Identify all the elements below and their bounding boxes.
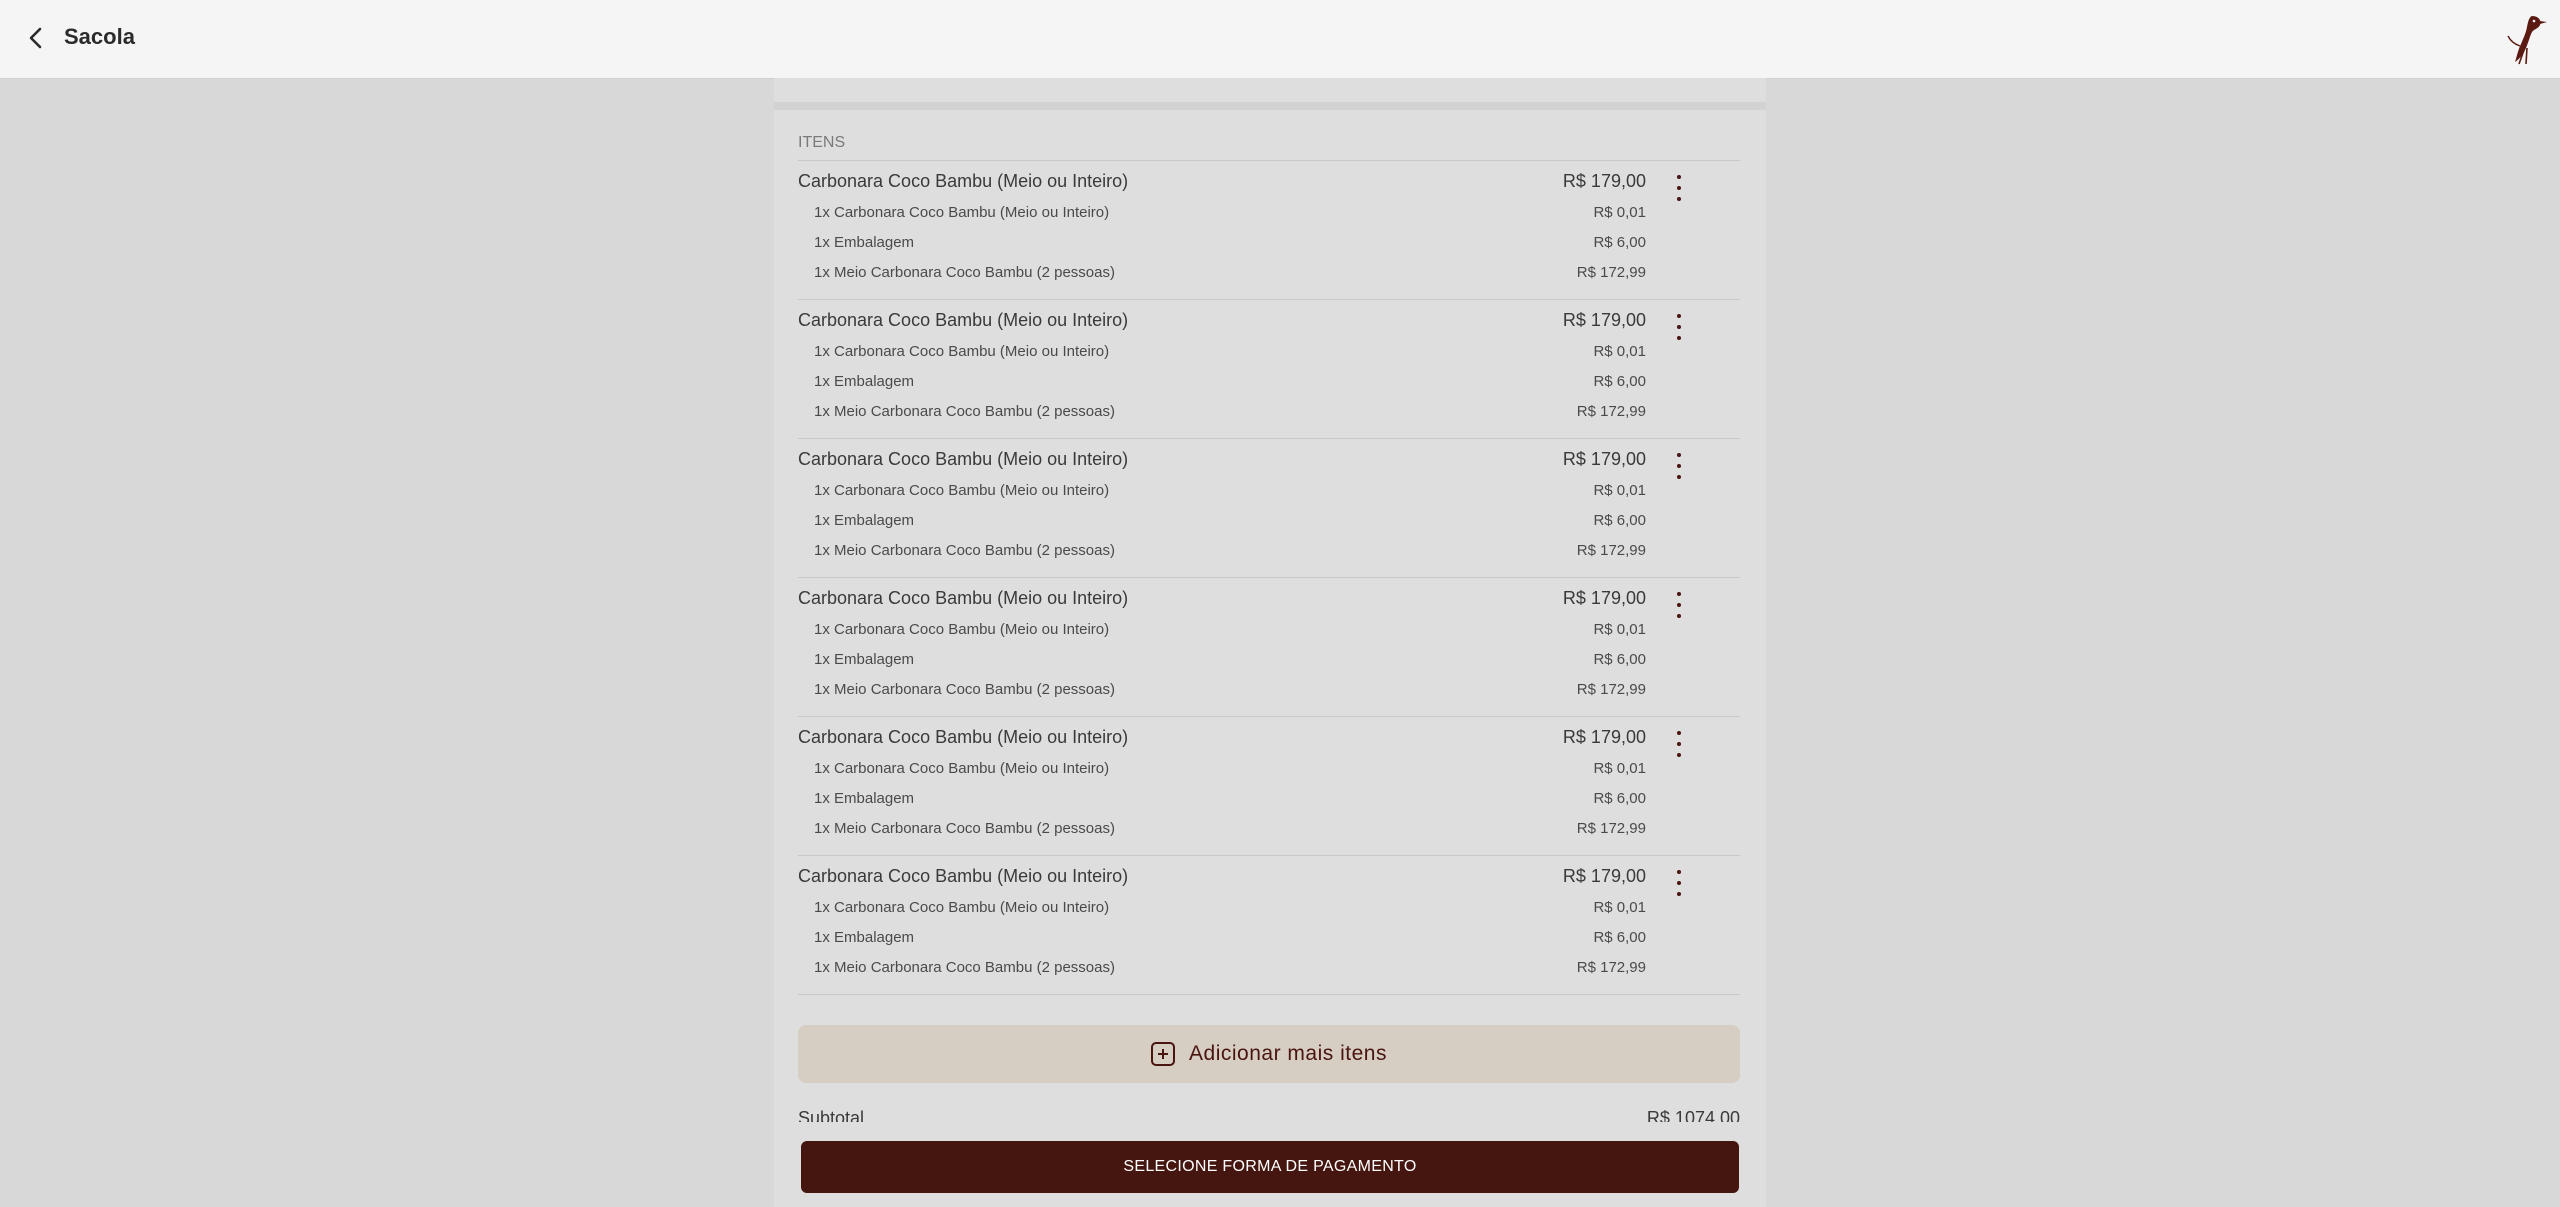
subitem-price: R$ 6,00 — [1593, 929, 1646, 946]
subitem-label: 1x Meio Carbonara Coco Bambu (2 pessoas) — [814, 542, 1115, 559]
subitem-price: R$ 172,99 — [1576, 542, 1646, 559]
subitem-price: R$ 0,01 — [1593, 621, 1646, 638]
subitem-price: R$ 0,01 — [1593, 760, 1646, 777]
item-price: R$ 179,00 — [1562, 727, 1646, 747]
subitem-label: 1x Embalagem — [814, 929, 915, 946]
subitem-label: 1x Embalagem — [814, 373, 915, 390]
cart-item: Carbonara Coco Bambu (Meio ou Inteiro) R… — [798, 855, 1740, 994]
item-price: R$ 179,00 — [1562, 866, 1646, 886]
subtotal-label: Subtotal — [798, 1108, 865, 1122]
select-payment-button[interactable]: SELECIONE FORMA DE PAGAMENTO — [801, 1141, 1739, 1193]
subitem-price: R$ 172,99 — [1576, 403, 1646, 420]
subitem-label: 1x Carbonara Coco Bambu (Meio ou Inteiro… — [814, 482, 1110, 499]
item-name: Carbonara Coco Bambu (Meio ou Inteiro) — [798, 727, 1129, 747]
subtotal-value: R$ 1074,00 — [1646, 1108, 1740, 1122]
add-more-items-label: Adicionar mais itens — [1189, 1042, 1387, 1065]
subitem-label: 1x Meio Carbonara Coco Bambu (2 pessoas) — [814, 403, 1115, 420]
subitem-label: 1x Meio Carbonara Coco Bambu (2 pessoas) — [814, 264, 1115, 281]
item-name: Carbonara Coco Bambu (Meio ou Inteiro) — [798, 171, 1129, 191]
item-price: R$ 179,00 — [1562, 588, 1646, 608]
select-payment-label: SELECIONE FORMA DE PAGAMENTO — [1123, 1158, 1417, 1175]
items-section-label: ITENS — [798, 134, 846, 151]
subitem-price: R$ 0,01 — [1593, 482, 1646, 499]
subitem-label: 1x Carbonara Coco Bambu (Meio ou Inteiro… — [814, 899, 1110, 916]
cart-item: Carbonara Coco Bambu (Meio ou Inteiro) R… — [798, 160, 1740, 299]
chevron-left-icon — [29, 27, 42, 49]
item-name: Carbonara Coco Bambu (Meio ou Inteiro) — [798, 449, 1129, 469]
subitem-price: R$ 6,00 — [1593, 651, 1646, 668]
add-more-items-button[interactable]: Adicionar mais itens — [798, 1025, 1740, 1083]
subitem-label: 1x Meio Carbonara Coco Bambu (2 pessoas) — [814, 959, 1115, 976]
subitem-price: R$ 0,01 — [1593, 899, 1646, 916]
subitem-price: R$ 0,01 — [1593, 343, 1646, 360]
page-title: Sacola — [64, 24, 135, 49]
subitem-label: 1x Carbonara Coco Bambu (Meio ou Inteiro… — [814, 621, 1110, 638]
subitem-price: R$ 6,00 — [1593, 373, 1646, 390]
subitem-label: 1x Embalagem — [814, 790, 915, 807]
item-options-icon[interactable] — [1670, 870, 1688, 896]
item-options-icon[interactable] — [1670, 592, 1688, 618]
divider — [798, 994, 1740, 995]
item-options-icon[interactable] — [1670, 314, 1688, 340]
item-name: Carbonara Coco Bambu (Meio ou Inteiro) — [798, 866, 1129, 886]
subitem-label: 1x Carbonara Coco Bambu (Meio ou Inteiro… — [814, 760, 1110, 777]
item-options-icon[interactable] — [1670, 731, 1688, 757]
subitem-price: R$ 172,99 — [1576, 959, 1646, 976]
back-button[interactable] — [18, 20, 54, 56]
top-bar: Sacola — [0, 0, 2560, 79]
subitem-price: R$ 6,00 — [1593, 790, 1646, 807]
subitem-label: 1x Carbonara Coco Bambu (Meio ou Inteiro… — [814, 343, 1110, 360]
item-options-icon[interactable] — [1670, 175, 1688, 201]
cart-item: Carbonara Coco Bambu (Meio ou Inteiro) R… — [798, 299, 1740, 438]
item-name: Carbonara Coco Bambu (Meio ou Inteiro) — [798, 310, 1129, 330]
subitem-price: R$ 6,00 — [1593, 234, 1646, 251]
subitem-label: 1x Embalagem — [814, 512, 915, 529]
subtotal-row: Subtotal R$ 1074,00 — [798, 1108, 1740, 1122]
divider — [774, 102, 1766, 110]
subitem-label: 1x Embalagem — [814, 651, 915, 668]
subitem-price: R$ 172,99 — [1576, 820, 1646, 837]
item-name: Carbonara Coco Bambu (Meio ou Inteiro) — [798, 588, 1129, 608]
cart-item: Carbonara Coco Bambu (Meio ou Inteiro) R… — [798, 438, 1740, 577]
add-square-icon — [1151, 1042, 1176, 1066]
cart-items-list: Carbonara Coco Bambu (Meio ou Inteiro) R… — [798, 160, 1740, 995]
subitem-label: 1x Meio Carbonara Coco Bambu (2 pessoas) — [814, 820, 1115, 837]
item-price: R$ 179,00 — [1562, 171, 1646, 191]
item-price: R$ 179,00 — [1562, 449, 1646, 469]
subitem-label: 1x Meio Carbonara Coco Bambu (2 pessoas) — [814, 681, 1115, 698]
subitem-price: R$ 172,99 — [1576, 681, 1646, 698]
subitem-price: R$ 6,00 — [1593, 512, 1646, 529]
item-price: R$ 179,00 — [1562, 310, 1646, 330]
scrollbar[interactable] — [1764, 78, 1766, 1207]
cart-panel: ITENS Carbonara Coco Bambu (Meio ou Inte… — [774, 78, 1766, 1207]
subitem-price: R$ 172,99 — [1576, 264, 1646, 281]
bird-logo-icon[interactable] — [2502, 12, 2550, 66]
subitem-price: R$ 0,01 — [1593, 204, 1646, 221]
cart-item: Carbonara Coco Bambu (Meio ou Inteiro) R… — [798, 716, 1740, 855]
subitem-label: 1x Embalagem — [814, 234, 915, 251]
item-options-icon[interactable] — [1670, 453, 1688, 479]
subitem-label: 1x Carbonara Coco Bambu (Meio ou Inteiro… — [814, 204, 1110, 221]
cart-item: Carbonara Coco Bambu (Meio ou Inteiro) R… — [798, 577, 1740, 716]
